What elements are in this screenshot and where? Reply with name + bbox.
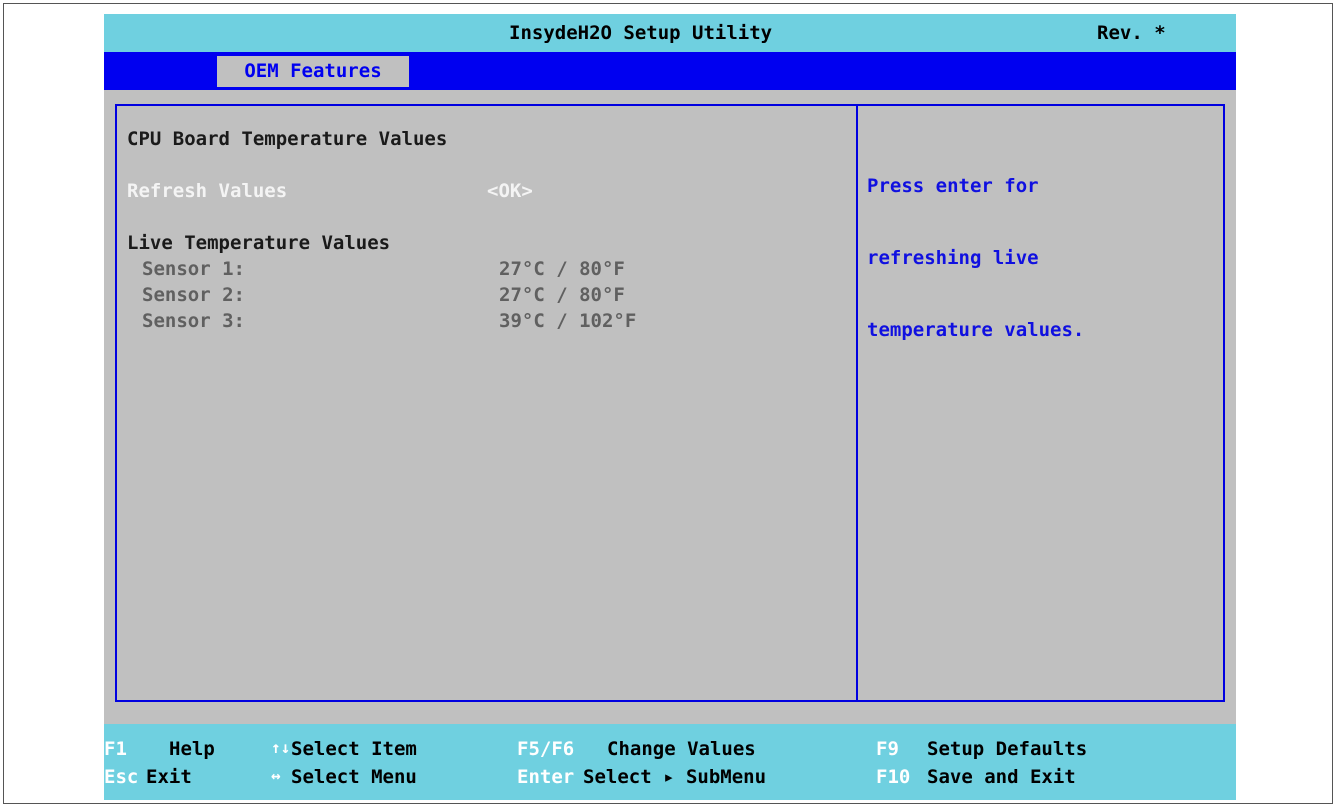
cmd-select-item: Select Item — [291, 738, 417, 760]
refresh-values-item[interactable]: Refresh Values — [127, 180, 287, 202]
menu-bar: OEM Features — [104, 52, 1236, 90]
help-line: refreshing live — [867, 247, 1039, 269]
key-f5-f6: F5/F6 — [517, 738, 575, 760]
sensor-1-label: Sensor 1: — [142, 258, 245, 280]
sensor-1-value: 27°C / 80°F — [499, 258, 625, 280]
revision-label: Rev. * — [1097, 22, 1166, 44]
key-legend-bar: F1 Help ↑↓ Select Item F5/F6 Change Valu… — [104, 724, 1236, 800]
cmd-exit: Exit — [146, 766, 192, 788]
up-down-arrow-icon: ↑↓ — [271, 738, 291, 757]
refresh-values-button[interactable]: <OK> — [487, 180, 533, 202]
tab-oem-features[interactable]: OEM Features — [217, 56, 409, 87]
live-temperature-title: Live Temperature Values — [127, 232, 391, 254]
section-title: CPU Board Temperature Values — [127, 128, 448, 150]
key-enter: Enter — [517, 766, 575, 788]
key-esc: Esc — [104, 766, 139, 788]
app-title: InsydeH2O Setup Utility — [509, 22, 773, 44]
sensor-3-label: Sensor 3: — [142, 310, 245, 332]
key-f1: F1 — [104, 738, 127, 760]
cmd-change-values: Change Values — [607, 738, 756, 760]
title-bar: InsydeH2O Setup Utility Rev. * — [104, 14, 1236, 52]
key-f10: F10 — [876, 766, 911, 788]
cmd-save-and-exit: Save and Exit — [927, 766, 1076, 788]
help-line: temperature values. — [867, 319, 1085, 341]
help-text: Press enter for refreshing live temperat… — [867, 126, 1084, 390]
key-f9: F9 — [876, 738, 899, 760]
cmd-select-submenu: Select ▸ SubMenu — [583, 766, 767, 788]
sensor-2-label: Sensor 2: — [142, 284, 245, 306]
left-right-arrow-icon: ↔ — [271, 766, 281, 785]
help-line: Press enter for — [867, 175, 1039, 197]
panel-divider — [856, 104, 858, 702]
sensor-2-value: 27°C / 80°F — [499, 284, 625, 306]
cmd-select-menu: Select Menu — [291, 766, 417, 788]
sensor-3-value: 39°C / 102°F — [499, 310, 637, 332]
cmd-help: Help — [169, 738, 215, 760]
bios-setup-screen: InsydeH2O Setup Utility Rev. * OEM Featu… — [104, 14, 1236, 800]
cmd-setup-defaults: Setup Defaults — [927, 738, 1088, 760]
